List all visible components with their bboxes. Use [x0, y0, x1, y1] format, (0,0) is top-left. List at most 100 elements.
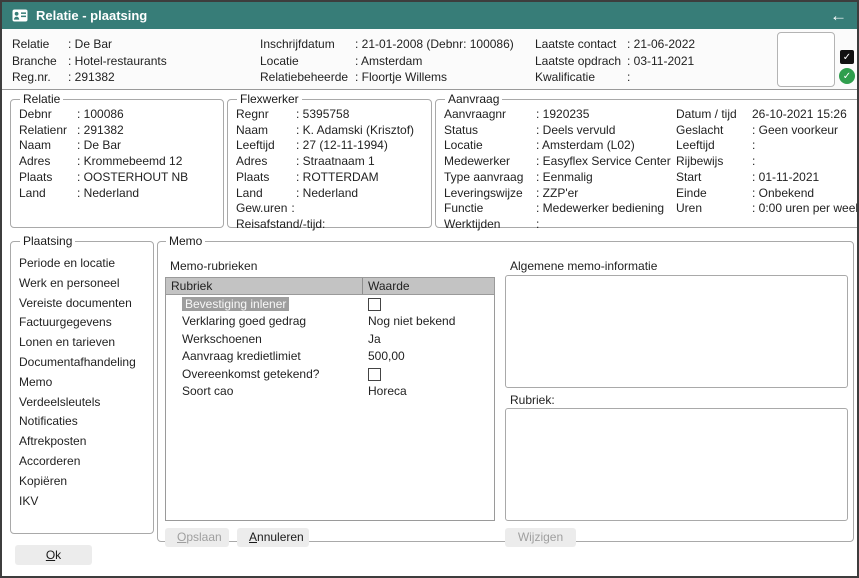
algemene-memo-label: Algemene memo-informatie [510, 259, 657, 273]
field-value: : 27 (12-11-1994) [296, 138, 388, 154]
field-label: Adres [236, 154, 296, 170]
unchecked-checkbox[interactable] [368, 368, 381, 381]
approved-status-icon: ✓ [839, 68, 855, 84]
field-label: Gew.uren [236, 201, 287, 217]
sidebar-item-periode-en-locatie[interactable]: Periode en locatie [19, 254, 145, 274]
field-value: : Amsterdam (L02) [536, 138, 635, 154]
field-value: 26-10-2021 15:26 [752, 107, 847, 123]
sidebar-item-factuurgegevens[interactable]: Factuurgegevens [19, 313, 145, 333]
plaatsing-groupbox-legend: Plaatsing [20, 234, 75, 248]
field-value: : [536, 217, 539, 233]
field-label: Reisafstand/-tijd: [236, 217, 325, 233]
field-label: Status [444, 123, 536, 139]
field-label: Einde [676, 186, 752, 202]
main-content: Relatie Debnr: 100086 Relatienr: 291382 … [2, 90, 857, 576]
field-value: : 21-06-2022 [627, 36, 695, 53]
rubriek-cell[interactable]: Werkschoenen [166, 332, 362, 346]
field-value: : Onbekend [752, 186, 814, 202]
rubriek-textarea[interactable] [505, 408, 848, 521]
field-label: Naam [236, 123, 296, 139]
sidebar-item-kopieren[interactable]: Kopiëren [19, 472, 145, 492]
table-row[interactable]: Werkschoenen Ja [166, 330, 494, 348]
table-row[interactable]: Bevestiging inlener [166, 295, 494, 313]
sidebar-item-vereiste-documenten[interactable]: Vereiste documenten [19, 294, 145, 314]
waarde-cell: Nog niet bekend [362, 314, 494, 328]
unchecked-checkbox[interactable] [368, 298, 381, 311]
annuleren-button[interactable]: Annuleren [237, 528, 309, 547]
table-row[interactable]: Overeenkomst getekend? [166, 365, 494, 383]
field-value: : Medewerker bediening [536, 201, 664, 217]
selected-rubriek-cell[interactable]: Bevestiging inlener [182, 297, 289, 311]
field-label: Branche [12, 53, 68, 70]
relatie-groupbox-legend: Relatie [20, 92, 63, 106]
relation-summary-header: Relatie: De Bar Branche: Hotel-restauran… [2, 29, 857, 90]
field-label: Locatie [444, 138, 536, 154]
waarde-cell: Ja [362, 332, 494, 346]
button-accesskey: A [249, 530, 257, 544]
field-label: Reg.nr. [12, 69, 68, 86]
back-arrow-icon[interactable]: ← [830, 7, 847, 24]
field-label: Leeftijd [236, 138, 296, 154]
rubriek-cell[interactable]: Overeenkomst getekend? [166, 367, 362, 381]
field-value: : 1920235 [536, 107, 589, 123]
memo-rubrieken-title: Memo-rubrieken [170, 259, 257, 273]
field-value: : Nederland [296, 186, 358, 202]
wijzigen-button[interactable]: Wijzigen [505, 528, 576, 547]
field-label: Kwalificatie [535, 69, 627, 86]
field-label: Debnr [19, 107, 77, 123]
field-value: : [752, 154, 755, 170]
sidebar-item-lonen-en-tarieven[interactable]: Lonen en tarieven [19, 333, 145, 353]
table-row[interactable]: Aanvraag kredietlimiet 500,00 [166, 348, 494, 366]
sidebar-item-accorderen[interactable]: Accorderen [19, 452, 145, 472]
table-row[interactable]: Soort cao Horeca [166, 383, 494, 401]
field-value: : Easyflex Service Center [536, 154, 671, 170]
field-label: Inschrijfdatum [260, 36, 355, 53]
sidebar-item-ikv[interactable]: IKV [19, 492, 145, 512]
field-value: : 21-01-2008 (Debnr: 100086) [355, 36, 514, 53]
aanvraag-left-column: Aanvraagnr: 1920235 Status: Deels vervul… [444, 107, 676, 233]
contact-card-icon [12, 9, 28, 22]
field-value: : De Bar [77, 138, 121, 154]
plaatsing-menu: Periode en locatie Werk en personeel Ver… [19, 249, 145, 511]
field-label: Werktijden [444, 217, 536, 233]
rubriek-cell[interactable]: Soort cao [166, 384, 362, 398]
sidebar-item-documentafhandeling[interactable]: Documentafhandeling [19, 353, 145, 373]
field-value: : 100086 [77, 107, 124, 123]
field-value: : 291382 [68, 69, 115, 86]
button-label: k [55, 548, 61, 562]
field-label: Relatie [12, 36, 68, 53]
opslaan-button[interactable]: Opslaan [165, 528, 229, 547]
table-row[interactable]: Verklaring goed gedrag Nog niet bekend [166, 313, 494, 331]
ok-button[interactable]: Ok [15, 545, 92, 565]
aanvraag-groupbox-legend: Aanvraag [445, 92, 502, 106]
table-header-row: Rubriek Waarde [166, 278, 494, 295]
sidebar-item-memo[interactable]: Memo [19, 373, 145, 393]
header-column-relatie: Relatie: De Bar Branche: Hotel-restauran… [12, 36, 167, 86]
field-label: Land [19, 186, 77, 202]
sidebar-item-notificaties[interactable]: Notificaties [19, 412, 145, 432]
field-label: Plaats [236, 170, 296, 186]
field-value: : [291, 201, 294, 217]
rubriek-cell[interactable]: Verklaring goed gedrag [166, 314, 362, 328]
checked-checkbox-icon[interactable]: ✓ [840, 50, 854, 64]
field-label: Rijbewijs [676, 154, 752, 170]
waarde-cell: 500,00 [362, 349, 494, 363]
memo-groupbox-legend: Memo [166, 234, 205, 248]
aanvraag-groupbox: Aanvraag Aanvraagnr: 1920235 Status: Dee… [435, 92, 859, 228]
field-value: : K. Adamski (Krisztof) [296, 123, 414, 139]
window-title: Relatie - plaatsing [36, 8, 822, 23]
sidebar-item-aftrekposten[interactable]: Aftrekposten [19, 432, 145, 452]
field-value: : 0:00 uren per week [752, 201, 859, 217]
field-label: Geslacht [676, 123, 752, 139]
column-header-waarde: Waarde [362, 278, 494, 294]
field-value: : 01-11-2021 [752, 170, 819, 186]
field-label: Land [236, 186, 296, 202]
plaatsing-groupbox: Plaatsing Periode en locatie Werk en per… [10, 234, 154, 534]
field-value: : De Bar [68, 36, 112, 53]
sidebar-item-verdeelsleutels[interactable]: Verdeelsleutels [19, 393, 145, 413]
field-label: Laatste opdrach [535, 53, 627, 70]
field-label: Leveringswijze [444, 186, 536, 202]
algemene-memo-textarea[interactable] [505, 275, 848, 388]
rubriek-cell[interactable]: Aanvraag kredietlimiet [166, 349, 362, 363]
sidebar-item-werk-en-personeel[interactable]: Werk en personeel [19, 274, 145, 294]
